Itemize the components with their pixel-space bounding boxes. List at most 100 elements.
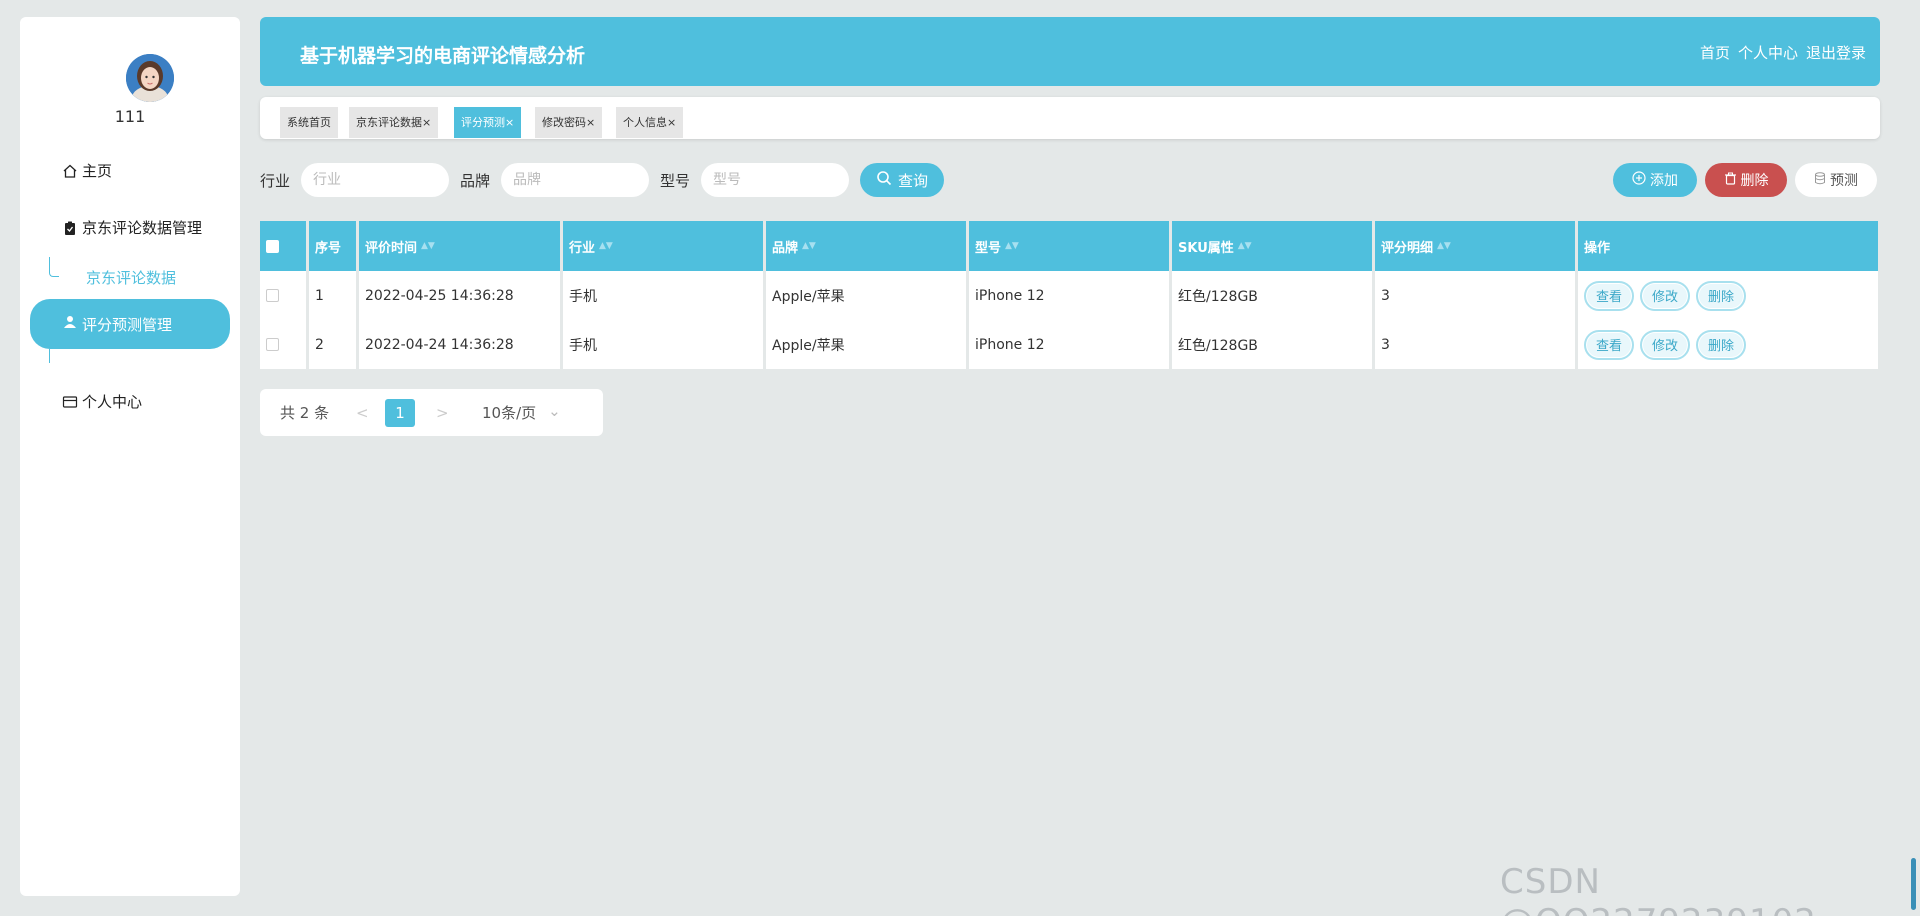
header-logout-link[interactable]: 退出登录: [1806, 42, 1866, 63]
sort-icon[interactable]: ▲▼: [421, 241, 435, 251]
model-label: 型号: [660, 172, 691, 190]
view-button[interactable]: 查看: [1584, 329, 1635, 360]
tab-system-home[interactable]: 系统首页: [280, 107, 338, 138]
tab-label: 个人信息: [623, 116, 667, 129]
home-icon: [62, 163, 78, 179]
row-checkbox[interactable]: [266, 338, 279, 351]
tab-score-prediction[interactable]: 评分预测×: [454, 107, 522, 138]
table-cell: 3: [1375, 271, 1578, 320]
sidebar-item-jd-data-management[interactable]: 京东评论数据管理: [62, 217, 202, 238]
table-cell: iPhone 12: [969, 271, 1172, 320]
row-delete-button[interactable]: 删除: [1696, 280, 1747, 311]
table-row: 1 2022-04-25 14:36:28 手机 Apple/苹果 iPhone…: [260, 271, 1878, 320]
search-icon: [876, 170, 892, 190]
scrollbar-thumb[interactable]: [1911, 858, 1916, 910]
predict-button-label: 预测: [1830, 173, 1858, 189]
add-button-label: 添加: [1650, 173, 1678, 189]
table-cell: 3: [1375, 320, 1578, 369]
trash-icon: [1724, 172, 1737, 189]
tab-label: 京东评论数据: [356, 116, 422, 129]
tab-bar: 系统首页 京东评论数据× 评分预测× 修改密码× 个人信息×: [260, 97, 1880, 139]
prev-page-button[interactable]: <: [356, 404, 369, 422]
next-page-button[interactable]: >: [436, 404, 449, 422]
row-checkbox[interactable]: [266, 289, 279, 302]
page-size-select[interactable]: 10条/页 ⌄: [482, 402, 561, 423]
chevron-down-icon: ⌄: [548, 402, 561, 420]
app-title: 基于机器学习的电商评论情感分析: [300, 45, 586, 67]
page-size-label: 10条/页: [482, 404, 537, 422]
sidebar-item-home[interactable]: 主页: [62, 160, 112, 181]
delete-button-label: 删除: [1740, 173, 1769, 189]
close-icon[interactable]: ×: [667, 116, 676, 129]
predict-button[interactable]: 预测: [1795, 163, 1877, 197]
sidebar-item-label: 京东评论数据管理: [82, 219, 203, 237]
sort-icon[interactable]: ▲▼: [1238, 241, 1252, 251]
close-icon[interactable]: ×: [505, 116, 514, 129]
plus-circle-icon: [1632, 171, 1646, 189]
query-button[interactable]: 查询: [860, 163, 944, 197]
industry-input[interactable]: [301, 163, 449, 197]
sidebar-item-personal-center[interactable]: 个人中心: [62, 391, 142, 412]
table-cell: Apple/苹果: [766, 271, 969, 320]
sidebar-item-score-prediction-management[interactable]: 评分预测管理: [30, 299, 230, 349]
page-number-current[interactable]: 1: [385, 399, 415, 427]
table-cell: 红色/128GB: [1172, 271, 1375, 320]
edit-button[interactable]: 修改: [1640, 280, 1691, 311]
select-all-checkbox[interactable]: [266, 239, 279, 253]
tab-personal-info[interactable]: 个人信息×: [616, 107, 684, 138]
tree-connector: [49, 257, 59, 277]
table-cell: iPhone 12: [969, 320, 1172, 369]
column-header[interactable]: 型号 ▲▼: [969, 221, 1172, 271]
avatar[interactable]: [126, 54, 174, 102]
table-cell: 2: [309, 320, 359, 369]
column-header[interactable]: SKU属性 ▲▼: [1172, 221, 1375, 271]
column-header: 序号: [309, 221, 359, 271]
brand-input[interactable]: [501, 163, 649, 197]
table-header: 序号 评价时间 ▲▼ 行业 ▲▼ 品牌 ▲▼ 型号 ▲▼ SKU属性 ▲▼ 评分明细 ▲▼ …: [260, 221, 1878, 271]
tab-jd-data[interactable]: 京东评论数据×: [349, 107, 439, 138]
header-home-link[interactable]: 首页: [1700, 42, 1730, 63]
close-icon[interactable]: ×: [422, 116, 431, 129]
query-button-label: 查询: [897, 171, 928, 190]
row-select-cell: [260, 320, 309, 369]
column-header[interactable]: 品牌 ▲▼: [766, 221, 969, 271]
sort-icon[interactable]: ▲▼: [1005, 241, 1019, 251]
top-header: 基于机器学习的电商评论情感分析 首页 个人中心 退出登录: [260, 17, 1880, 86]
clipboard-icon: [62, 220, 78, 236]
actions-cell: 查看 修改 删除: [1578, 320, 1878, 369]
tab-change-password[interactable]: 修改密码×: [535, 107, 603, 138]
industry-label: 行业: [260, 172, 291, 190]
watermark: CSDN @QQ2279239102: [1500, 862, 1816, 916]
sidebar-subitem-jd-data[interactable]: 京东评论数据: [86, 267, 176, 288]
edit-button[interactable]: 修改: [1640, 329, 1691, 360]
card-icon: [62, 394, 78, 410]
sort-icon[interactable]: ▲▼: [599, 241, 613, 251]
user-icon: [62, 314, 78, 334]
row-delete-button[interactable]: 删除: [1696, 329, 1747, 360]
table-row: 2 2022-04-24 14:36:28 手机 Apple/苹果 iPhone…: [260, 320, 1878, 369]
pagination: 共 2 条 < 1 > 10条/页 ⌄: [260, 389, 603, 436]
actions-cell: 查看 修改 删除: [1578, 271, 1878, 320]
sort-icon[interactable]: ▲▼: [802, 241, 816, 251]
sort-icon[interactable]: ▲▼: [1437, 241, 1451, 251]
pagination-total: 共 2 条: [280, 404, 330, 422]
tab-label: 系统首页: [287, 116, 331, 129]
model-input[interactable]: [701, 163, 849, 197]
table-cell: 红色/128GB: [1172, 320, 1375, 369]
table-cell: 手机: [563, 320, 766, 369]
select-all-cell: [260, 221, 309, 271]
table-cell: 1: [309, 271, 359, 320]
column-header[interactable]: 评分明细 ▲▼: [1375, 221, 1578, 271]
sidebar-item-label: 个人中心: [82, 393, 143, 411]
sidebar: 111 主页 京东评论数据管理 京东评论数据 评分预测管理 个人中心: [20, 17, 240, 896]
table-cell: 手机: [563, 271, 766, 320]
delete-button[interactable]: 删除: [1705, 163, 1787, 197]
header-profile-link[interactable]: 个人中心: [1738, 42, 1798, 63]
column-header[interactable]: 评价时间 ▲▼: [359, 221, 563, 271]
column-header[interactable]: 行业 ▲▼: [563, 221, 766, 271]
close-icon[interactable]: ×: [586, 116, 595, 129]
table-cell: Apple/苹果: [766, 320, 969, 369]
username: 111: [114, 107, 146, 126]
view-button[interactable]: 查看: [1584, 280, 1635, 311]
add-button[interactable]: 添加: [1613, 163, 1697, 197]
